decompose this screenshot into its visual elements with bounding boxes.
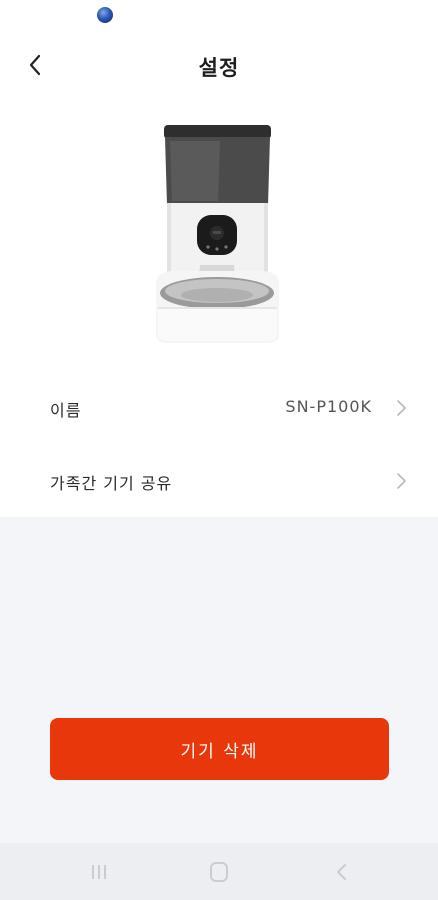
chevron-right-icon xyxy=(397,400,406,416)
chevron-right-icon xyxy=(397,473,406,489)
header: 설정 xyxy=(0,40,438,92)
home-icon[interactable] xyxy=(208,860,230,884)
settings-panel: 설정 이름 SN-P100K 가족간 기기 공유 xyxy=(0,0,438,517)
device-name-value: SN-P100K xyxy=(285,397,372,416)
system-navigation-bar xyxy=(0,843,438,900)
app-notification-icon xyxy=(97,7,113,23)
delete-device-button[interactable]: 기기 삭제 xyxy=(50,718,389,780)
back-icon[interactable] xyxy=(334,862,350,882)
name-label: 이름 xyxy=(50,401,82,420)
page-title: 설정 xyxy=(198,56,240,80)
status-bar xyxy=(0,0,438,30)
pet-feeder-image xyxy=(156,125,279,343)
name-setting-row[interactable]: 이름 SN-P100K xyxy=(0,378,438,438)
family-share-row[interactable]: 가족간 기기 공유 xyxy=(0,451,438,511)
delete-device-label: 기기 삭제 xyxy=(180,741,259,762)
family-share-label: 가족간 기기 공유 xyxy=(50,474,173,493)
recents-icon[interactable] xyxy=(88,861,110,883)
